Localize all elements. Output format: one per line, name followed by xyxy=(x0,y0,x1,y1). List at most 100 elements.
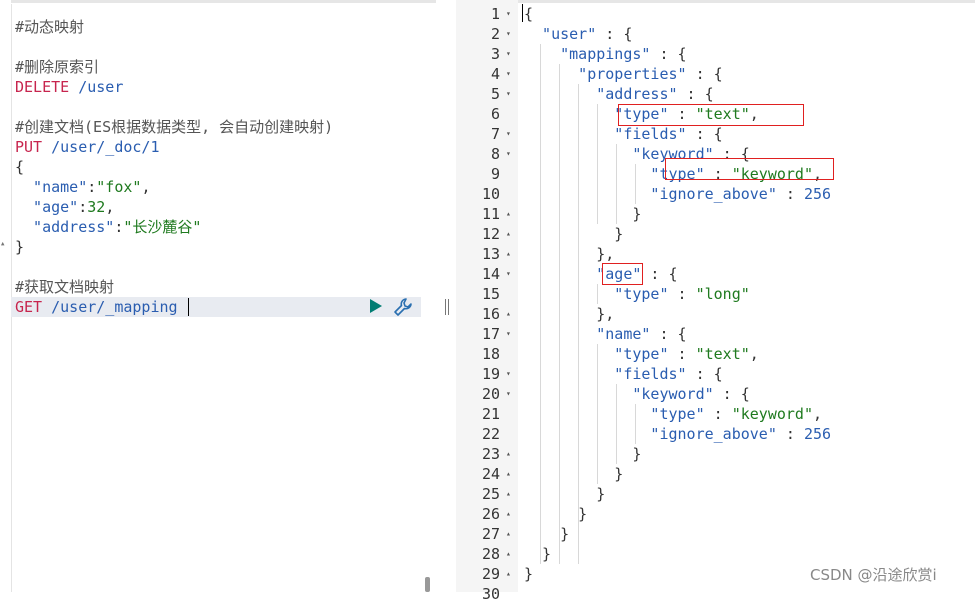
response-line: "age" : { xyxy=(524,264,677,284)
fold-toggle-icon[interactable]: ▾ xyxy=(506,24,511,44)
fold-toggle-icon[interactable]: ▾ xyxy=(506,264,511,284)
line-number: 25 xyxy=(481,485,500,503)
line-number: 30 xyxy=(481,585,500,603)
line-number: 27 xyxy=(481,525,500,543)
fold-toggle-icon[interactable]: ▴ xyxy=(506,304,511,324)
request-line[interactable]: } xyxy=(15,237,24,257)
code-token: "type" xyxy=(524,285,669,303)
fold-toggle-icon[interactable]: ▾ xyxy=(506,364,511,384)
run-request-button[interactable] xyxy=(370,299,382,313)
line-number: 8 xyxy=(490,145,500,163)
code-token: 256 xyxy=(803,185,832,203)
response-line: "user" : { xyxy=(524,24,632,44)
line-number: 26 xyxy=(481,505,500,523)
fold-toggle-icon[interactable]: ▾ xyxy=(506,124,511,144)
resize-grip-icon xyxy=(445,299,449,315)
request-line[interactable]: "name":"fox", xyxy=(15,177,150,197)
code-token: "type" xyxy=(524,405,705,423)
code-token: : xyxy=(87,178,97,196)
code-token: "properties" xyxy=(524,65,687,83)
line-number: 18 xyxy=(481,345,500,363)
code-token: }, xyxy=(524,245,615,263)
fold-toggle-icon[interactable]: ▴ xyxy=(506,444,511,464)
fold-toggle-icon[interactable]: ▾ xyxy=(506,64,511,84)
response-line: } xyxy=(524,524,569,544)
code-token: : { xyxy=(677,85,714,103)
highlight-box-age xyxy=(602,263,643,285)
code-token: "fields" xyxy=(524,365,687,383)
fold-toggle-icon[interactable]: ▴ xyxy=(506,464,511,484)
code-token: } xyxy=(524,505,588,523)
line-number: 17 xyxy=(481,325,500,343)
request-line[interactable]: GET /user/_mapping xyxy=(15,297,178,317)
request-line[interactable]: PUT /user/_doc/1 xyxy=(15,137,160,157)
code-token: : { xyxy=(650,325,687,343)
fold-toggle-icon[interactable]: ▴ xyxy=(506,504,511,524)
code-token: "ignore_above" xyxy=(524,425,777,443)
request-line[interactable]: #删除原索引 xyxy=(15,57,99,77)
request-line[interactable]: #动态映射 xyxy=(15,17,84,37)
code-token: : xyxy=(668,345,696,363)
request-line[interactable]: #获取文档映射 xyxy=(15,277,114,297)
fold-toggle-icon[interactable]: ▾ xyxy=(506,384,511,404)
fold-toggle-icon[interactable]: ▴ xyxy=(506,524,511,544)
panel-resize-handle[interactable] xyxy=(436,0,456,592)
line-number: 19 xyxy=(481,365,500,383)
code-token: "keyword" xyxy=(731,405,813,423)
code-token: "长沙麓谷" xyxy=(123,218,202,236)
fold-toggle-icon[interactable]: ▴ xyxy=(506,484,511,504)
code-token: GET xyxy=(15,298,43,316)
line-number: 3 xyxy=(490,45,500,63)
fold-toggle-icon[interactable]: ▾ xyxy=(506,144,511,164)
code-token: : { xyxy=(713,385,750,403)
line-number: 15 xyxy=(481,285,500,303)
fold-toggle-icon[interactable]: ▾ xyxy=(506,44,511,64)
code-token: { xyxy=(15,158,25,176)
code-token: "address" xyxy=(524,85,678,103)
line-number: 1 xyxy=(490,5,500,23)
line-number: 10 xyxy=(481,185,500,203)
request-line[interactable]: "address":"长沙麓谷" xyxy=(15,217,201,237)
request-line[interactable]: { xyxy=(15,157,24,177)
code-token: : xyxy=(78,198,88,216)
code-token: #删除原索引 xyxy=(15,58,100,76)
response-line: } xyxy=(524,504,587,524)
request-line[interactable]: "age":32, xyxy=(15,197,114,217)
fold-toggle-icon[interactable]: ▾ xyxy=(506,324,511,344)
code-token: /user xyxy=(69,78,124,96)
code-token: "name" xyxy=(524,325,651,343)
wrench-icon[interactable] xyxy=(392,296,414,318)
request-line[interactable]: #创建文档(ES根据数据类型, 会自动创建映射) xyxy=(15,117,333,137)
code-token: /user/_doc/1 xyxy=(42,138,160,156)
highlight-box-keyword-type xyxy=(665,158,834,180)
fold-toggle-icon[interactable]: ▾ xyxy=(506,84,511,104)
fold-toggle-icon[interactable]: ▴ xyxy=(506,224,511,244)
code-token: "address" xyxy=(15,218,115,236)
fold-toggle-icon[interactable]: ▴ xyxy=(506,204,511,224)
code-token: "ignore_above" xyxy=(524,185,777,203)
code-token: : xyxy=(668,285,696,303)
request-editor[interactable]: ▴ #动态映射 #删除原索引 DELETE /user #创建文档(ES根据数据类型,… xyxy=(0,0,436,592)
fold-toggle-icon[interactable]: ▴ xyxy=(506,544,511,564)
scrollbar-thumb[interactable] xyxy=(425,577,430,592)
code-token: "keyword" xyxy=(524,385,714,403)
line-number: 24 xyxy=(481,465,500,483)
fold-toggle-icon[interactable]: ▴ xyxy=(506,564,511,584)
code-token: : xyxy=(776,425,804,443)
fold-toggle-icon[interactable]: ▴ xyxy=(0,239,5,249)
code-token: "fields" xyxy=(524,125,687,143)
line-number: 21 xyxy=(481,405,500,423)
response-line: } xyxy=(524,564,533,584)
fold-toggle-icon[interactable]: ▾ xyxy=(506,4,511,24)
code-token: }, xyxy=(524,305,615,323)
highlight-box-address-type xyxy=(618,104,804,126)
line-number: 20 xyxy=(481,385,500,403)
fold-toggle-icon[interactable]: ▴ xyxy=(506,244,511,264)
code-token: "mappings" xyxy=(524,45,651,63)
code-token: : xyxy=(704,405,732,423)
response-line: "fields" : { xyxy=(524,124,722,144)
request-line[interactable]: DELETE /user xyxy=(15,77,123,97)
response-line: "type" : "keyword", xyxy=(524,404,822,424)
response-line: "keyword" : { xyxy=(524,384,750,404)
response-line: { xyxy=(524,4,533,24)
